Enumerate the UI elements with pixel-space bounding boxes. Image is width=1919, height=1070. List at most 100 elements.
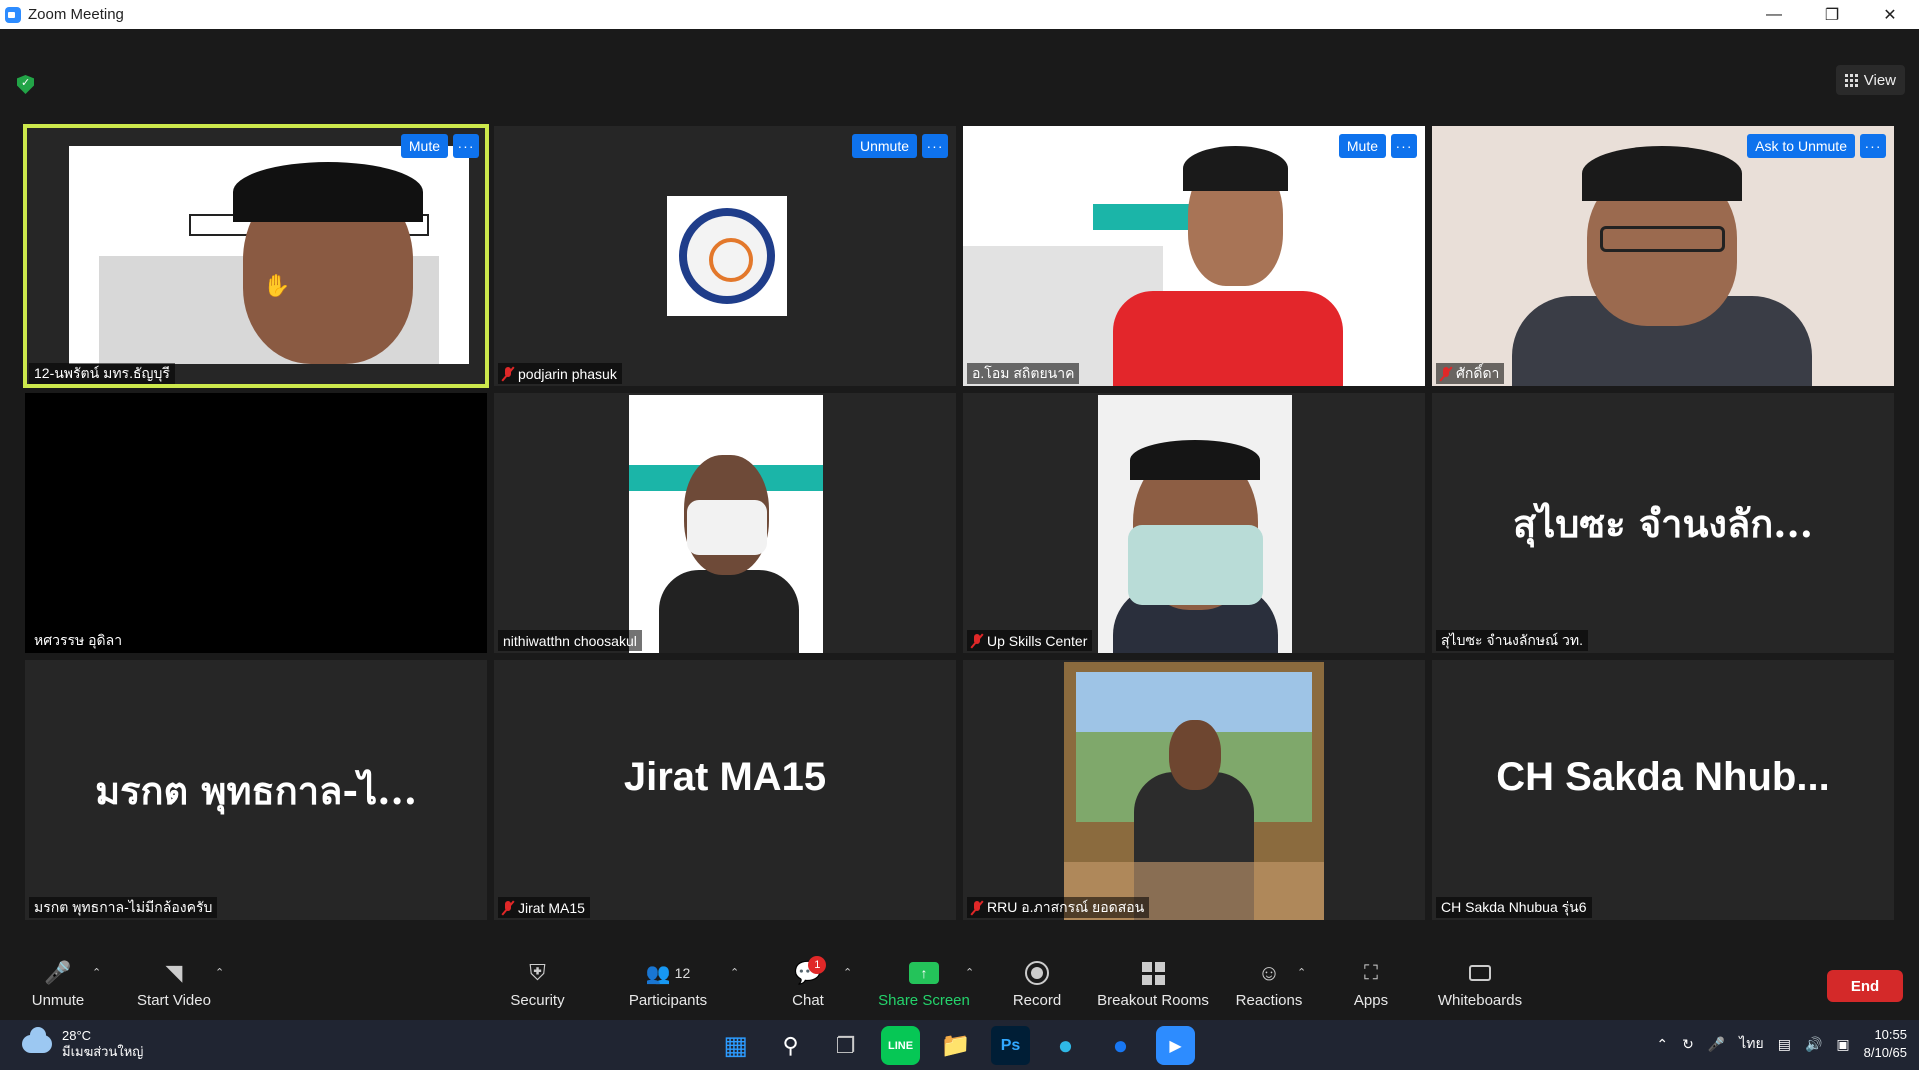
restore-button[interactable]: ❐ bbox=[1803, 0, 1861, 29]
participant-name: 12-นพรัตน์ มทร.ธัญบุรี bbox=[29, 363, 175, 384]
network-icon[interactable]: ▤ bbox=[1778, 1036, 1791, 1053]
chevron-up-icon[interactable]: ⌃ bbox=[1656, 1036, 1668, 1053]
zoom-app-icon bbox=[5, 6, 21, 23]
taskbar-apps: ▦ ⚲ ❐ LINE 📁 Ps ● ● ▶ bbox=[716, 1026, 1195, 1065]
edge-browser-icon[interactable]: ● bbox=[1046, 1026, 1085, 1065]
chat-unread-badge: 1 bbox=[808, 956, 827, 974]
close-button[interactable]: ✕ bbox=[1861, 0, 1919, 29]
video-feed bbox=[1098, 395, 1292, 653]
participant-name: Jirat MA15 bbox=[498, 897, 590, 918]
video-tile-4[interactable]: Ask to Unmute ··· ศักดิ์ดา bbox=[1432, 126, 1894, 386]
task-view-icon[interactable]: ❐ bbox=[826, 1026, 865, 1065]
view-button-label: View bbox=[1863, 71, 1896, 89]
security-button[interactable]: ⛨ Security bbox=[510, 960, 565, 1016]
weather-widget[interactable]: 28°C มีเมฆส่วนใหญ่ bbox=[22, 1027, 144, 1060]
minimize-button[interactable]: — bbox=[1745, 0, 1803, 29]
more-options-button[interactable]: ··· bbox=[453, 134, 479, 158]
facebook-icon[interactable]: ● bbox=[1101, 1026, 1140, 1065]
video-tile-12[interactable]: CH Sakda Nhub... CH Sakda Nhubua รุ่น6 bbox=[1432, 660, 1894, 920]
share-options-chevron-icon[interactable]: ⌃ bbox=[965, 966, 974, 979]
participant-name: หศวรรษ อุดิลา bbox=[29, 630, 128, 651]
mute-participant-button[interactable]: Mute bbox=[400, 134, 448, 158]
file-explorer-icon[interactable]: 📁 bbox=[936, 1026, 975, 1065]
video-tile-6[interactable]: nithiwatthn choosakul bbox=[494, 393, 956, 653]
encryption-shield-icon[interactable] bbox=[17, 75, 34, 94]
sync-icon[interactable]: ↻ bbox=[1682, 1036, 1694, 1053]
breakout-rooms-icon bbox=[1141, 961, 1165, 985]
record-button[interactable]: Record bbox=[1012, 960, 1062, 1016]
reactions-button[interactable]: ☺ Reactions bbox=[1235, 960, 1303, 1016]
microphone-icon[interactable]: 🎤 bbox=[1708, 1036, 1725, 1053]
record-icon bbox=[1025, 961, 1049, 985]
video-tile-5[interactable]: หศวรรษ อุดิลา bbox=[25, 393, 487, 653]
participants-button[interactable]: 👥 12 Participants bbox=[628, 960, 708, 1016]
participant-display-name: มรกต พุทธกาล-ไ... bbox=[95, 768, 417, 813]
mic-muted-icon bbox=[972, 633, 982, 648]
share-screen-button[interactable]: ↑ Share Screen bbox=[878, 960, 970, 1016]
participant-name: Up Skills Center bbox=[967, 630, 1093, 651]
window-controls: — ❐ ✕ bbox=[1745, 0, 1919, 29]
photoshop-icon[interactable]: Ps bbox=[991, 1026, 1030, 1065]
system-tray: ⌃ ↻ 🎤 ไทย ▤ 🔊 ▣ 10:55 8/10/65 bbox=[1656, 1026, 1907, 1062]
weather-description: มีเมฆส่วนใหญ่ bbox=[62, 1044, 144, 1059]
video-feed bbox=[1064, 662, 1324, 920]
zoom-taskbar-icon[interactable]: ▶ bbox=[1156, 1026, 1195, 1065]
search-icon[interactable]: ⚲ bbox=[771, 1026, 810, 1065]
video-tile-8[interactable]: สุไบซะ จำนงลัก... สุไบซะ จำนงลักษณ์ วท. bbox=[1432, 393, 1894, 653]
clock[interactable]: 10:55 8/10/65 bbox=[1864, 1026, 1907, 1062]
participant-name: อ.โอม สถิตยนาค bbox=[967, 363, 1080, 384]
participant-name: podjarin phasuk bbox=[498, 363, 622, 384]
participant-name: มรกต พุทธกาล-ไม่มีกล้องครับ bbox=[29, 897, 218, 918]
reactions-options-chevron-icon[interactable]: ⌃ bbox=[1297, 966, 1306, 979]
smiley-icon: ☺ bbox=[1257, 960, 1281, 985]
participant-name: CH Sakda Nhubua รุ่น6 bbox=[1436, 897, 1592, 918]
unmute-button[interactable]: 🎤 Unmute bbox=[28, 960, 88, 1016]
whiteboards-button[interactable]: Whiteboards bbox=[1434, 960, 1526, 1016]
participant-name: ศักดิ์ดา bbox=[1436, 363, 1505, 384]
grid-view-icon bbox=[1844, 73, 1858, 87]
participants-options-chevron-icon[interactable]: ⌃ bbox=[730, 966, 739, 979]
video-tile-2[interactable]: Unmute ··· podjarin phasuk bbox=[494, 126, 956, 386]
chat-button[interactable]: 💬 1 Chat bbox=[788, 956, 828, 1016]
participant-display-name: สุไบซะ จำนงลัก... bbox=[1513, 501, 1813, 546]
video-options-chevron-icon[interactable]: ⌃ bbox=[215, 966, 224, 979]
mic-muted-icon bbox=[503, 900, 513, 915]
unmute-participant-button[interactable]: Unmute bbox=[851, 134, 917, 158]
video-tile-7[interactable]: Up Skills Center bbox=[963, 393, 1425, 653]
view-button[interactable]: View bbox=[1835, 65, 1905, 95]
mic-muted-icon bbox=[503, 366, 513, 381]
participant-display-name: CH Sakda Nhub... bbox=[1496, 755, 1830, 799]
battery-icon[interactable]: ▣ bbox=[1836, 1036, 1849, 1053]
chat-options-chevron-icon[interactable]: ⌃ bbox=[843, 966, 852, 979]
mute-participant-button[interactable]: Mute bbox=[1338, 134, 1386, 158]
more-options-button[interactable]: ··· bbox=[1391, 134, 1417, 158]
more-options-button[interactable]: ··· bbox=[1860, 134, 1886, 158]
apps-icon: ⛶ bbox=[1364, 961, 1378, 984]
more-options-button[interactable]: ··· bbox=[922, 134, 948, 158]
audio-options-chevron-icon[interactable]: ⌃ bbox=[92, 966, 101, 979]
end-meeting-button[interactable]: End bbox=[1827, 970, 1903, 1002]
ask-to-unmute-button[interactable]: Ask to Unmute bbox=[1747, 134, 1855, 158]
video-feed bbox=[629, 395, 823, 653]
video-tile-1[interactable]: ✋ Mute ··· 12-นพรัตน์ มทร.ธัญบุรี bbox=[23, 124, 489, 388]
video-tile-10[interactable]: Jirat MA15 Jirat MA15 bbox=[494, 660, 956, 920]
video-off-icon: ◥ bbox=[165, 960, 183, 985]
participant-name: RRU อ.ภาสกรณ์ ยอดสอน bbox=[967, 897, 1150, 918]
cloud-icon bbox=[22, 1027, 52, 1053]
video-tile-9[interactable]: มรกต พุทธกาล-ไ... มรกต พุทธกาล-ไม่มีกล้อ… bbox=[25, 660, 487, 920]
windows-start-icon[interactable]: ▦ bbox=[716, 1026, 755, 1065]
apps-button[interactable]: ⛶ Apps bbox=[1351, 960, 1391, 1016]
clock-time: 10:55 bbox=[1874, 1027, 1907, 1042]
title-bar: Zoom Meeting — ❐ ✕ bbox=[0, 0, 1919, 29]
whiteboard-icon bbox=[1469, 965, 1491, 981]
breakout-rooms-button[interactable]: Breakout Rooms bbox=[1097, 960, 1209, 1016]
input-language[interactable]: ไทย bbox=[1739, 1033, 1763, 1055]
mic-muted-icon: 🎤 bbox=[44, 960, 72, 985]
participant-name: สุไบซะ จำนงลักษณ์ วท. bbox=[1436, 630, 1588, 651]
volume-icon[interactable]: 🔊 bbox=[1805, 1036, 1822, 1053]
video-tile-11[interactable]: RRU อ.ภาสกรณ์ ยอดสอน bbox=[963, 660, 1425, 920]
video-tile-3[interactable]: Mute ··· อ.โอม สถิตยนาค bbox=[963, 126, 1425, 386]
participant-display-name: Jirat MA15 bbox=[623, 755, 827, 799]
line-app-icon[interactable]: LINE bbox=[881, 1026, 920, 1065]
start-video-button[interactable]: ◥ Start Video bbox=[134, 960, 214, 1016]
